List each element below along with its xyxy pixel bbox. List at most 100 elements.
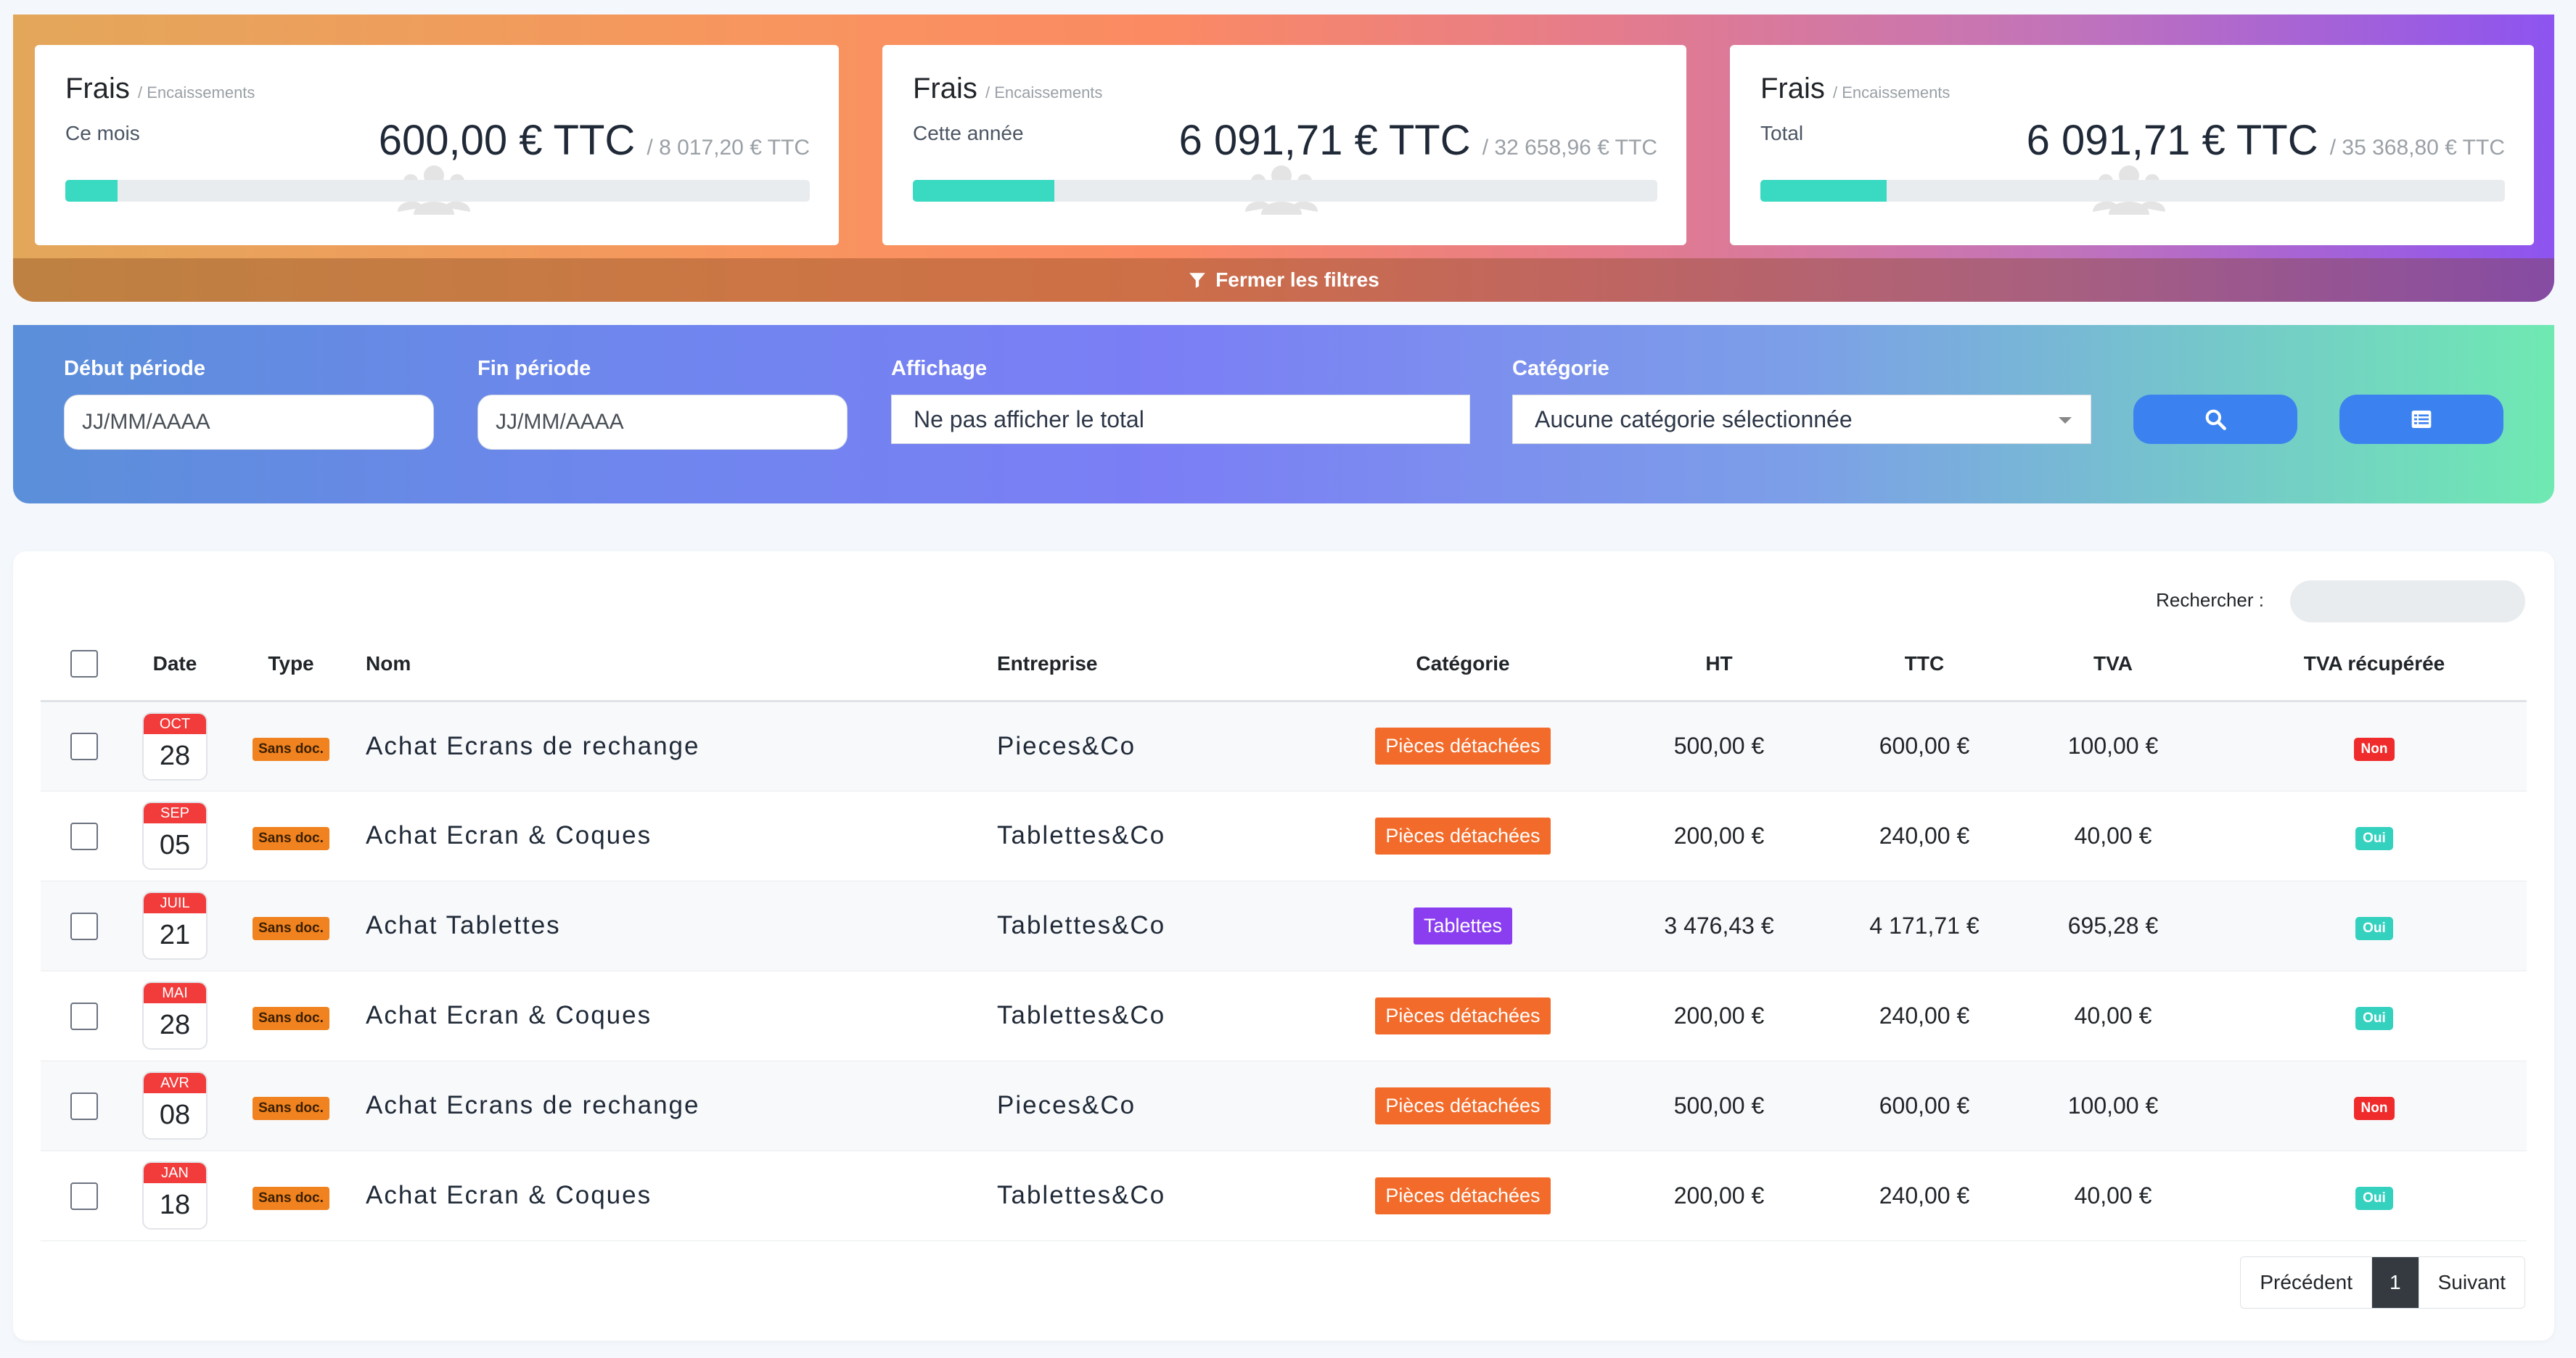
select-all-checkbox[interactable] <box>70 650 98 678</box>
search-button[interactable] <box>2133 395 2297 444</box>
stat-subtitle: / Encaissements <box>138 83 255 102</box>
date-day: 28 <box>159 1010 191 1040</box>
row-ht: 3 476,43 € <box>1593 881 1845 971</box>
stat-card: Frais / Encaissements Total 6 091,71 € TTC… <box>1730 45 2534 245</box>
row-tva-recup-cell: Oui <box>2222 881 2527 971</box>
row-checkbox[interactable] <box>70 1092 98 1120</box>
header-ttc[interactable]: TTC <box>1845 628 2004 702</box>
stat-title: Frais / Encaissements <box>913 73 1102 105</box>
stat-card: Frais / Encaissements Cette année 6 091,71… <box>882 45 1686 245</box>
row-ttc: 600,00 € <box>1845 701 2004 791</box>
table-row[interactable]: SEP 05 Sans doc. Achat Ecran & Coques Tablet… <box>41 791 2527 881</box>
row-category-cell: Pièces détachées <box>1332 791 1593 881</box>
table-row[interactable]: JAN 18 Sans doc. Achat Ecran & Coques Tablet… <box>41 1151 2527 1241</box>
close-filters-button[interactable]: Fermer les filtres <box>13 258 2554 302</box>
row-checkbox[interactable] <box>70 733 98 761</box>
row-checkbox[interactable] <box>70 912 98 940</box>
row-ht: 200,00 € <box>1593 791 1845 881</box>
date-day: 05 <box>159 830 191 860</box>
date-badge: AVR 08 <box>142 1071 208 1140</box>
category-badge: Tablettes <box>1413 907 1513 945</box>
row-name: Achat Ecrans de rechange <box>360 701 991 791</box>
stat-progress-fill <box>913 180 1054 202</box>
row-company: Tablettes&Co <box>991 791 1332 881</box>
stat-subtitle: / Encaissements <box>985 83 1103 102</box>
table-row[interactable]: MAI 28 Sans doc. Achat Ecran & Coques Tablet… <box>41 971 2527 1061</box>
type-badge: Sans doc. <box>253 1187 329 1210</box>
row-date-cell: SEP 05 <box>128 791 222 881</box>
header-type[interactable]: Type <box>222 628 360 702</box>
category-select[interactable]: Aucune catégorie sélectionnée <box>1512 395 2091 444</box>
row-category-cell: Pièces détachées <box>1332 1151 1593 1241</box>
row-select-cell <box>41 1151 128 1241</box>
header-ht[interactable]: HT <box>1593 628 1845 702</box>
table-row[interactable]: AVR 08 Sans doc. Achat Ecrans de rechange Pi… <box>41 1061 2527 1151</box>
date-month: MAI <box>144 983 206 1003</box>
previous-page-button[interactable]: Précédent <box>2241 1257 2373 1308</box>
row-type-cell: Sans doc. <box>222 791 360 881</box>
stat-value: 600,00 € TTC / 8 017,20 € TTC <box>379 116 810 165</box>
row-company: Tablettes&Co <box>991 971 1332 1061</box>
row-checkbox[interactable] <box>70 1182 98 1210</box>
date-month: SEP <box>144 803 206 823</box>
date-month: JAN <box>144 1163 206 1183</box>
header-category[interactable]: Catégorie <box>1332 628 1593 702</box>
stat-card: Frais / Encaissements Ce mois 600,00 € TTC… <box>35 45 839 245</box>
row-checkbox[interactable] <box>70 822 98 850</box>
row-select-cell <box>41 971 128 1061</box>
stats-banner: Frais / Encaissements Ce mois 600,00 € TTC… <box>13 15 2554 302</box>
date-badge: OCT 28 <box>142 712 208 781</box>
stat-subtitle: / Encaissements <box>1833 83 1951 102</box>
row-category-cell: Pièces détachées <box>1332 701 1593 791</box>
row-name: Achat Tablettes <box>360 881 991 971</box>
date-month: OCT <box>144 713 206 734</box>
header-date[interactable]: Date <box>128 628 222 702</box>
category-select-value: Aucune catégorie sélectionnée <box>1535 406 1853 432</box>
row-ttc: 240,00 € <box>1845 971 2004 1061</box>
row-type-cell: Sans doc. <box>222 971 360 1061</box>
row-ht: 200,00 € <box>1593 1151 1845 1241</box>
date-badge: JUIL 21 <box>142 892 208 960</box>
start-period-input[interactable] <box>64 395 434 450</box>
filter-panel: Début période Fin période Affichage Ne p… <box>13 325 2554 503</box>
date-day: 18 <box>159 1190 191 1220</box>
stat-period: Total <box>1760 122 1804 144</box>
stat-title: Frais / Encaissements <box>65 73 255 105</box>
tva-recup-badge: Non <box>2353 1097 2395 1120</box>
row-category-cell: Pièces détachées <box>1332 1061 1593 1151</box>
date-badge: JAN 18 <box>142 1161 208 1230</box>
row-category-cell: Pièces détachées <box>1332 971 1593 1061</box>
tva-recup-badge: Oui <box>2355 917 2393 940</box>
table-row[interactable]: OCT 28 Sans doc. Achat Ecrans de rechange Pi… <box>41 701 2527 791</box>
row-checkbox[interactable] <box>70 1002 98 1030</box>
search-icon <box>2205 409 2226 430</box>
header-name[interactable]: Nom <box>360 628 991 702</box>
header-tva-recup[interactable]: TVA récupérée <box>2222 628 2527 702</box>
tva-recup-badge: Oui <box>2355 827 2393 850</box>
stat-value: 6 091,71 € TTC / 32 658,96 € TTC <box>1179 116 1657 165</box>
row-tva-recup-cell: Non <box>2222 1061 2527 1151</box>
row-tva: 40,00 € <box>2004 791 2222 881</box>
next-page-button[interactable]: Suivant <box>2419 1257 2524 1308</box>
row-type-cell: Sans doc. <box>222 701 360 791</box>
stat-period: Cette année <box>913 122 1024 144</box>
row-select-cell <box>41 881 128 971</box>
list-view-button[interactable] <box>2339 395 2503 444</box>
page-1-button[interactable]: 1 <box>2372 1257 2419 1308</box>
table-row[interactable]: JUIL 21 Sans doc. Achat Tablettes Tablettes&… <box>41 881 2527 971</box>
row-ht: 200,00 € <box>1593 971 1845 1061</box>
start-period-label: Début période <box>64 357 205 380</box>
row-category-cell: Tablettes <box>1332 881 1593 971</box>
type-badge: Sans doc. <box>253 917 329 940</box>
row-tva: 100,00 € <box>2004 701 2222 791</box>
close-filters-label: Fermer les filtres <box>1215 268 1379 291</box>
stat-progress-fill <box>65 180 118 202</box>
header-company[interactable]: Entreprise <box>991 628 1332 702</box>
display-select[interactable]: Ne pas afficher le total <box>891 395 1470 444</box>
display-select-value: Ne pas afficher le total <box>914 406 1144 432</box>
table-search-input[interactable] <box>2290 580 2525 622</box>
header-tva[interactable]: TVA <box>2004 628 2222 702</box>
category-badge: Pièces détachées <box>1375 997 1551 1034</box>
stat-value: 6 091,71 € TTC / 35 368,80 € TTC <box>2027 116 2505 165</box>
end-period-input[interactable] <box>477 395 848 450</box>
